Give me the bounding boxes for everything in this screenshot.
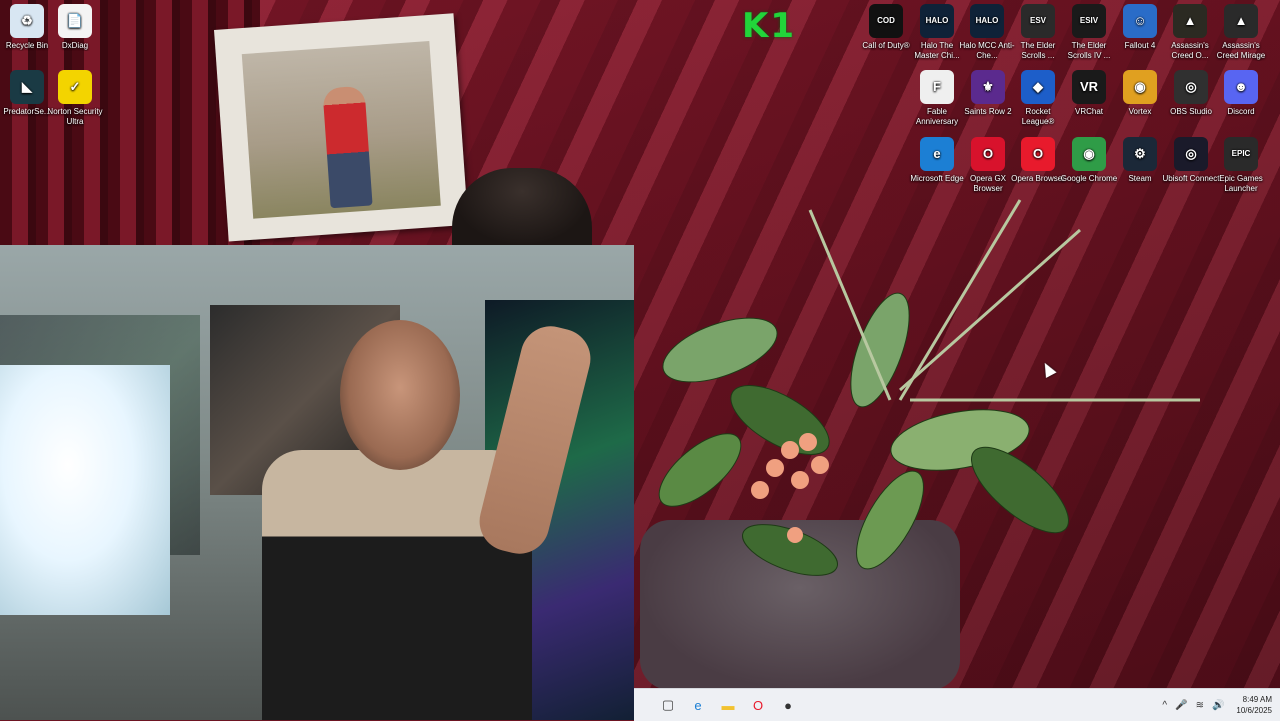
desktop-icon-label: Assassin's Creed O... bbox=[1171, 41, 1209, 60]
chevron-up-icon[interactable]: ^ bbox=[1162, 700, 1167, 711]
document-icon: 📄 bbox=[58, 4, 92, 38]
desktop-icon-chrome[interactable]: ◉ Google Chrome bbox=[1060, 137, 1118, 201]
desktop-icon-opera[interactable]: O Opera Browser bbox=[1011, 137, 1065, 201]
wallpaper-plant bbox=[658, 199, 1200, 576]
opera-taskbar-button[interactable]: O bbox=[746, 693, 770, 717]
predatorsense-icon: ◣ bbox=[10, 70, 44, 104]
desktop-icon-call-of-duty[interactable]: COD Call of Duty® bbox=[859, 4, 913, 68]
vrchat-icon: VR bbox=[1072, 70, 1106, 104]
desktop-icon-epic-games[interactable]: EPIC Epic Games Launcher bbox=[1214, 137, 1268, 201]
norton-icon: ✓ bbox=[58, 70, 92, 104]
desktop-icon-oblivion[interactable]: ESIV The Elder Scrolls IV ... bbox=[1062, 4, 1116, 68]
overlay-k1-text: K1 bbox=[742, 6, 797, 46]
desktop-icon-fable[interactable]: F Fable Anniversary bbox=[910, 70, 964, 134]
call-of-duty-icon: COD bbox=[869, 4, 903, 38]
desktop-icon-skyrim[interactable]: ESV The Elder Scrolls ... bbox=[1011, 4, 1065, 68]
fallout4-icon: ☺ bbox=[1123, 4, 1157, 38]
desktop-icon-norton[interactable]: ✓ Norton Security Ultra bbox=[47, 70, 103, 134]
desktop-icon-vortex[interactable]: ◉ Vortex bbox=[1113, 70, 1167, 134]
chrome-icon: ◉ bbox=[1072, 137, 1106, 171]
desktop-icon-label: Assassin's Creed Mirage bbox=[1216, 41, 1266, 60]
desktop-icon-steam[interactable]: ⚙ Steam bbox=[1113, 137, 1167, 201]
wifi-icon[interactable]: ≋ bbox=[1196, 700, 1204, 711]
wallpaper-picture-frame bbox=[214, 13, 469, 242]
halo-anticheat-icon: HALO bbox=[970, 4, 1004, 38]
clock[interactable]: 8:49 AM 10/6/2025 bbox=[1236, 694, 1272, 716]
clock-date: 10/6/2025 bbox=[1236, 706, 1272, 715]
edge-taskbar-button[interactable]: e bbox=[686, 693, 710, 717]
desktop-icon-recycle-bin[interactable]: ♻ Recycle Bin bbox=[0, 4, 54, 68]
task-view-icon: ▢ bbox=[661, 697, 675, 712]
clock-time: 8:49 AM bbox=[1242, 695, 1272, 704]
desktop-icon-discord[interactable]: ☻ Discord bbox=[1214, 70, 1268, 134]
desktop-icon-label: Steam bbox=[1128, 174, 1152, 183]
discord-icon: ☻ bbox=[1224, 70, 1258, 104]
taskbar: ▢ e ▬ O ● ^ 🎤 ≋ 🔊 8:49 AM 10/6/2025 bbox=[634, 688, 1280, 721]
webcam-window-light bbox=[0, 365, 170, 615]
vortex-icon: ◉ bbox=[1123, 70, 1157, 104]
halo-mcc-icon: HALO bbox=[920, 4, 954, 38]
desktop-icon-opera-gx[interactable]: O Opera GX Browser bbox=[961, 137, 1015, 201]
desktop-icon-document[interactable]: 📄 DxDiag bbox=[48, 4, 102, 68]
desktop-icon-label: The Elder Scrolls IV ... bbox=[1067, 41, 1111, 60]
saints-row-icon: ⚜ bbox=[971, 70, 1005, 104]
desktop-icon-obs[interactable]: ◎ OBS Studio bbox=[1164, 70, 1218, 134]
app-icon: ● bbox=[784, 697, 792, 713]
opera-icon: O bbox=[752, 697, 764, 713]
desktop-icon-halo-anticheat[interactable]: HALO Halo MCC Anti-Che... bbox=[959, 4, 1015, 68]
recycle-bin-icon: ♻ bbox=[10, 4, 44, 38]
epic-games-icon: EPIC bbox=[1224, 137, 1258, 171]
desktop-icon-label: Discord bbox=[1227, 107, 1255, 116]
ubisoft-icon: ◎ bbox=[1174, 137, 1208, 171]
steam-icon: ⚙ bbox=[1123, 137, 1157, 171]
rocket-league-icon: ◆ bbox=[1021, 70, 1055, 104]
desktop-icon-saints-row[interactable]: ⚜ Saints Row 2 bbox=[961, 70, 1015, 134]
desktop-icon-edge[interactable]: e Microsoft Edge bbox=[910, 137, 964, 201]
wallpaper-photo bbox=[241, 41, 441, 219]
desktop-icon-label: Rocket League® bbox=[1021, 107, 1055, 126]
desktop-icon-label: Halo MCC Anti-Che... bbox=[959, 41, 1015, 60]
desktop-icon-label: The Elder Scrolls ... bbox=[1020, 41, 1056, 60]
folder-icon: ▬ bbox=[721, 697, 735, 713]
volume-icon[interactable]: 🔊 bbox=[1212, 700, 1224, 711]
desktop-icon-vrchat[interactable]: VR VRChat bbox=[1062, 70, 1116, 134]
webcam-person-head bbox=[340, 320, 460, 470]
wallpaper-photo-figure bbox=[322, 85, 373, 209]
desktop-icon-halo-mcc[interactable]: HALO Halo The Master Chi... bbox=[910, 4, 964, 68]
file-explorer-button[interactable]: ▬ bbox=[716, 693, 740, 717]
desktop-icon-rocket-league[interactable]: ◆ Rocket League® bbox=[1011, 70, 1065, 134]
desktop-icon-ubisoft[interactable]: ◎ Ubisoft Connect bbox=[1163, 137, 1219, 201]
desktop-icon-label: DxDiag bbox=[61, 41, 89, 50]
webcam-overlay bbox=[0, 245, 634, 720]
desktop-icon-label: Opera Browser bbox=[1011, 174, 1065, 183]
fable-icon: F bbox=[920, 70, 954, 104]
skyrim-icon: ESV bbox=[1021, 4, 1055, 38]
opera-gx-icon: O bbox=[971, 137, 1005, 171]
desktop-icon-label: Epic Games Launcher bbox=[1219, 174, 1263, 193]
desktop-icon-label: Fable Anniversary bbox=[915, 107, 959, 126]
microphone-icon[interactable]: 🎤 bbox=[1175, 700, 1187, 711]
app-taskbar-button[interactable]: ● bbox=[776, 693, 800, 717]
opera-icon: O bbox=[1021, 137, 1055, 171]
system-tray: ^ 🎤 ≋ 🔊 8:49 AM 10/6/2025 bbox=[1162, 689, 1272, 721]
desktop-icon-label: Google Chrome bbox=[1060, 174, 1118, 183]
ac-mirage-icon: ▲ bbox=[1224, 4, 1258, 38]
desktop-icon-ac-mirage[interactable]: ▲ Assassin's Creed Mirage bbox=[1214, 4, 1268, 68]
desktop-icon-label: Vortex bbox=[1128, 107, 1152, 116]
desktop-icon-label: Call of Duty® bbox=[862, 41, 910, 50]
desktop-icon-ac-origins[interactable]: ▲ Assassin's Creed O... bbox=[1163, 4, 1217, 68]
desktop-icon-label: Norton Security Ultra bbox=[47, 107, 103, 126]
obs-icon: ◎ bbox=[1174, 70, 1208, 104]
edge-icon: e bbox=[920, 137, 954, 171]
desktop-icon-fallout4[interactable]: ☺ Fallout 4 bbox=[1113, 4, 1167, 68]
ac-origins-icon: ▲ bbox=[1173, 4, 1207, 38]
oblivion-icon: ESIV bbox=[1072, 4, 1106, 38]
desktop-icon-label: Microsoft Edge bbox=[910, 174, 964, 183]
task-view-button[interactable]: ▢ bbox=[656, 693, 680, 717]
edge-icon: e bbox=[694, 697, 702, 713]
desktop-icon-label: VRChat bbox=[1074, 107, 1103, 116]
